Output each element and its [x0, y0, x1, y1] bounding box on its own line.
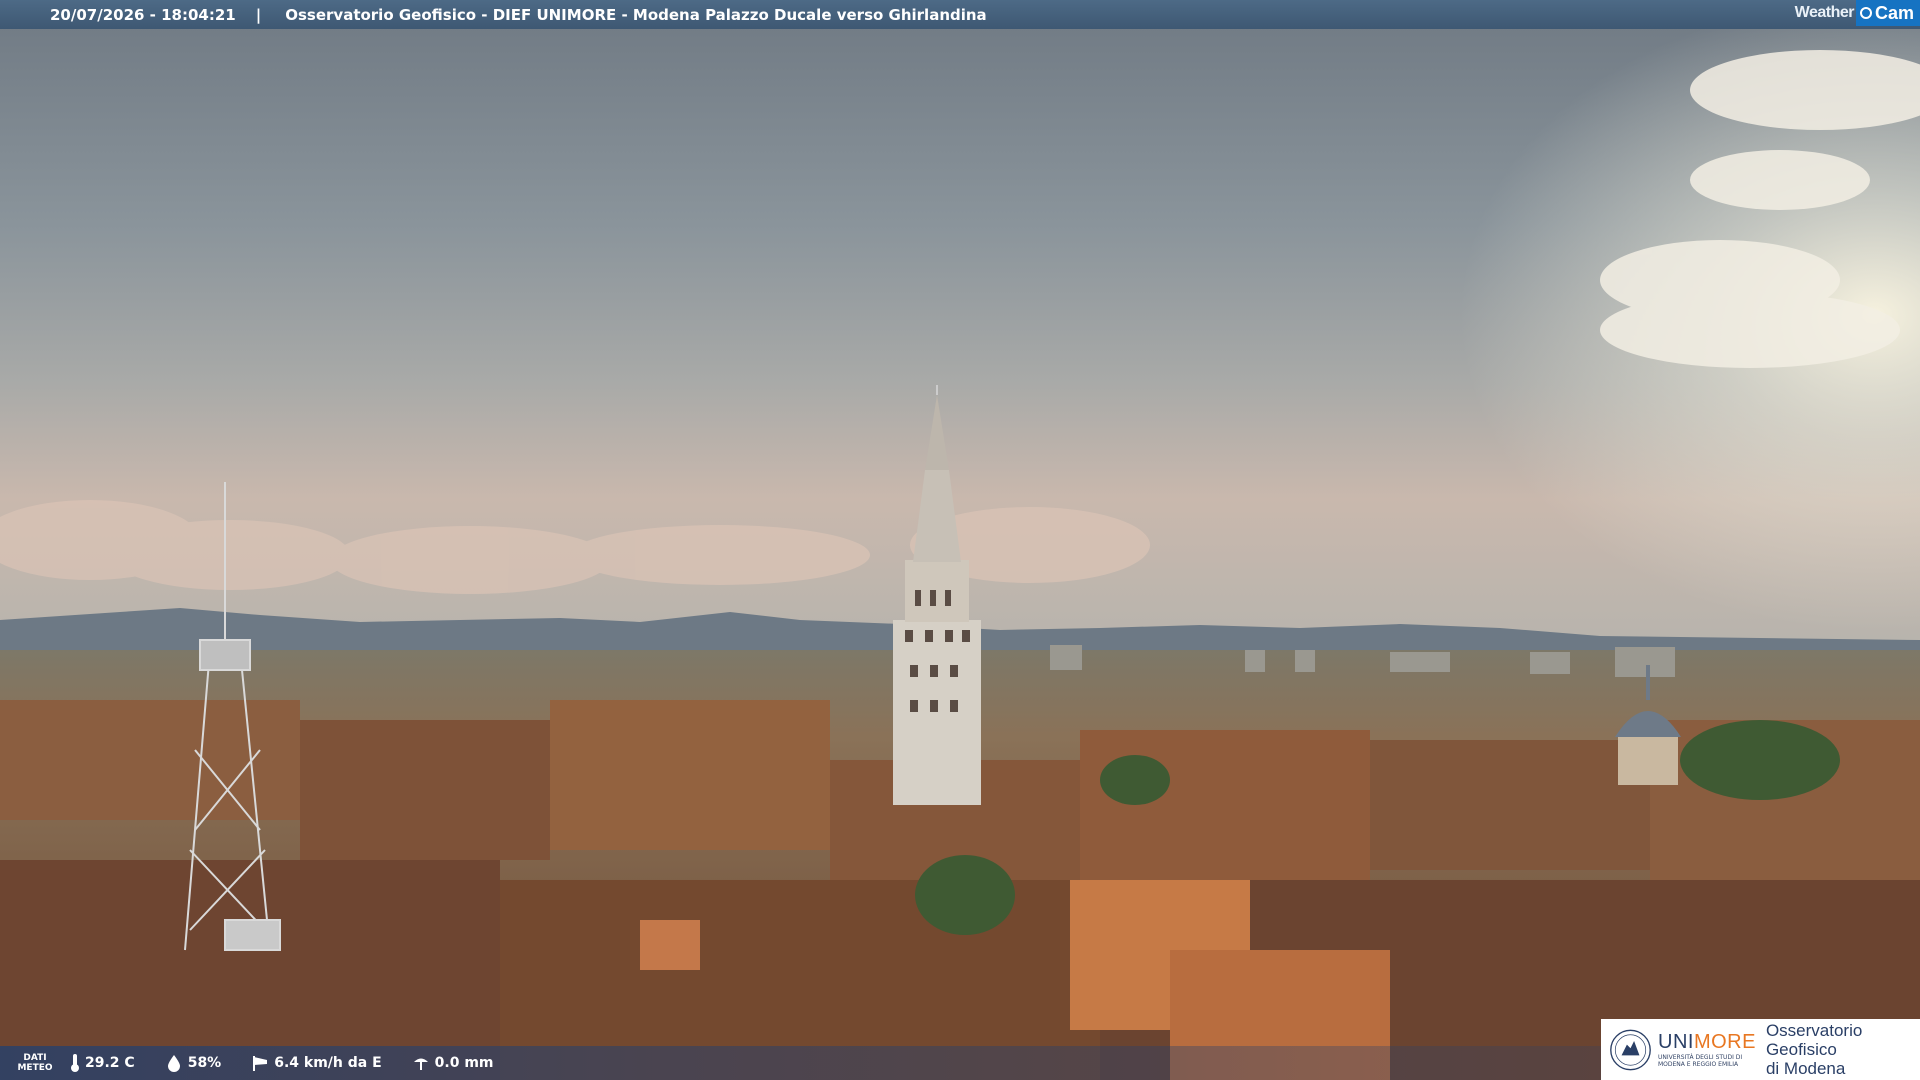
observatory-name: Osservatorio Geofisico di Modena — [1765, 1021, 1863, 1078]
unimore-wordmark: UNIMORE UNIVERSITÀ DEGLI STUDI DI MODENA… — [1658, 1031, 1756, 1068]
rain-reading: 0.0 mm — [412, 1054, 494, 1072]
thermometer-icon — [71, 1054, 79, 1072]
header-separator: | — [255, 5, 262, 24]
wind-sock-icon — [253, 1056, 268, 1071]
lens-icon — [1859, 7, 1872, 19]
humidity-drop-icon — [167, 1055, 180, 1072]
timestamp: 20/07/2026 - 18:04:21 — [50, 5, 236, 24]
weathercam-logo[interactable]: Weather Cam — [1795, 0, 1920, 26]
rain-value: 0.0 mm — [434, 1055, 494, 1071]
unimore-logo[interactable]: UNIMORE UNIVERSITÀ DEGLI STUDI DI MODENA… — [1601, 1019, 1920, 1080]
rain-gauge-icon — [413, 1058, 428, 1070]
weathercam-logo-weather: Weather — [1794, 4, 1855, 21]
webcam-view — [0, 0, 1920, 1080]
weathercam-logo-cam: Cam — [1855, 0, 1920, 26]
wind-reading: 6.4 km/h da E — [251, 1054, 382, 1072]
humidity-reading: 58% — [165, 1054, 222, 1072]
temperature-reading: 29.2 C — [70, 1053, 135, 1073]
humidity-value: 58% — [187, 1055, 222, 1071]
temperature-value: 29.2 C — [85, 1055, 135, 1071]
camera-title: Osservatorio Geofisico - DIEF UNIMORE - … — [285, 5, 987, 24]
weather-data-bar: DATI METEO 29.2 C 58% 6.4 km/h da E 0.0 … — [0, 1046, 1601, 1080]
header-bar: 20/07/2026 - 18:04:21 | Osservatorio Geo… — [0, 0, 1920, 29]
wind-value: 6.4 km/h da E — [274, 1055, 382, 1071]
university-seal-icon — [1610, 1029, 1651, 1070]
weather-data-label: DATI METEO — [17, 1053, 53, 1073]
